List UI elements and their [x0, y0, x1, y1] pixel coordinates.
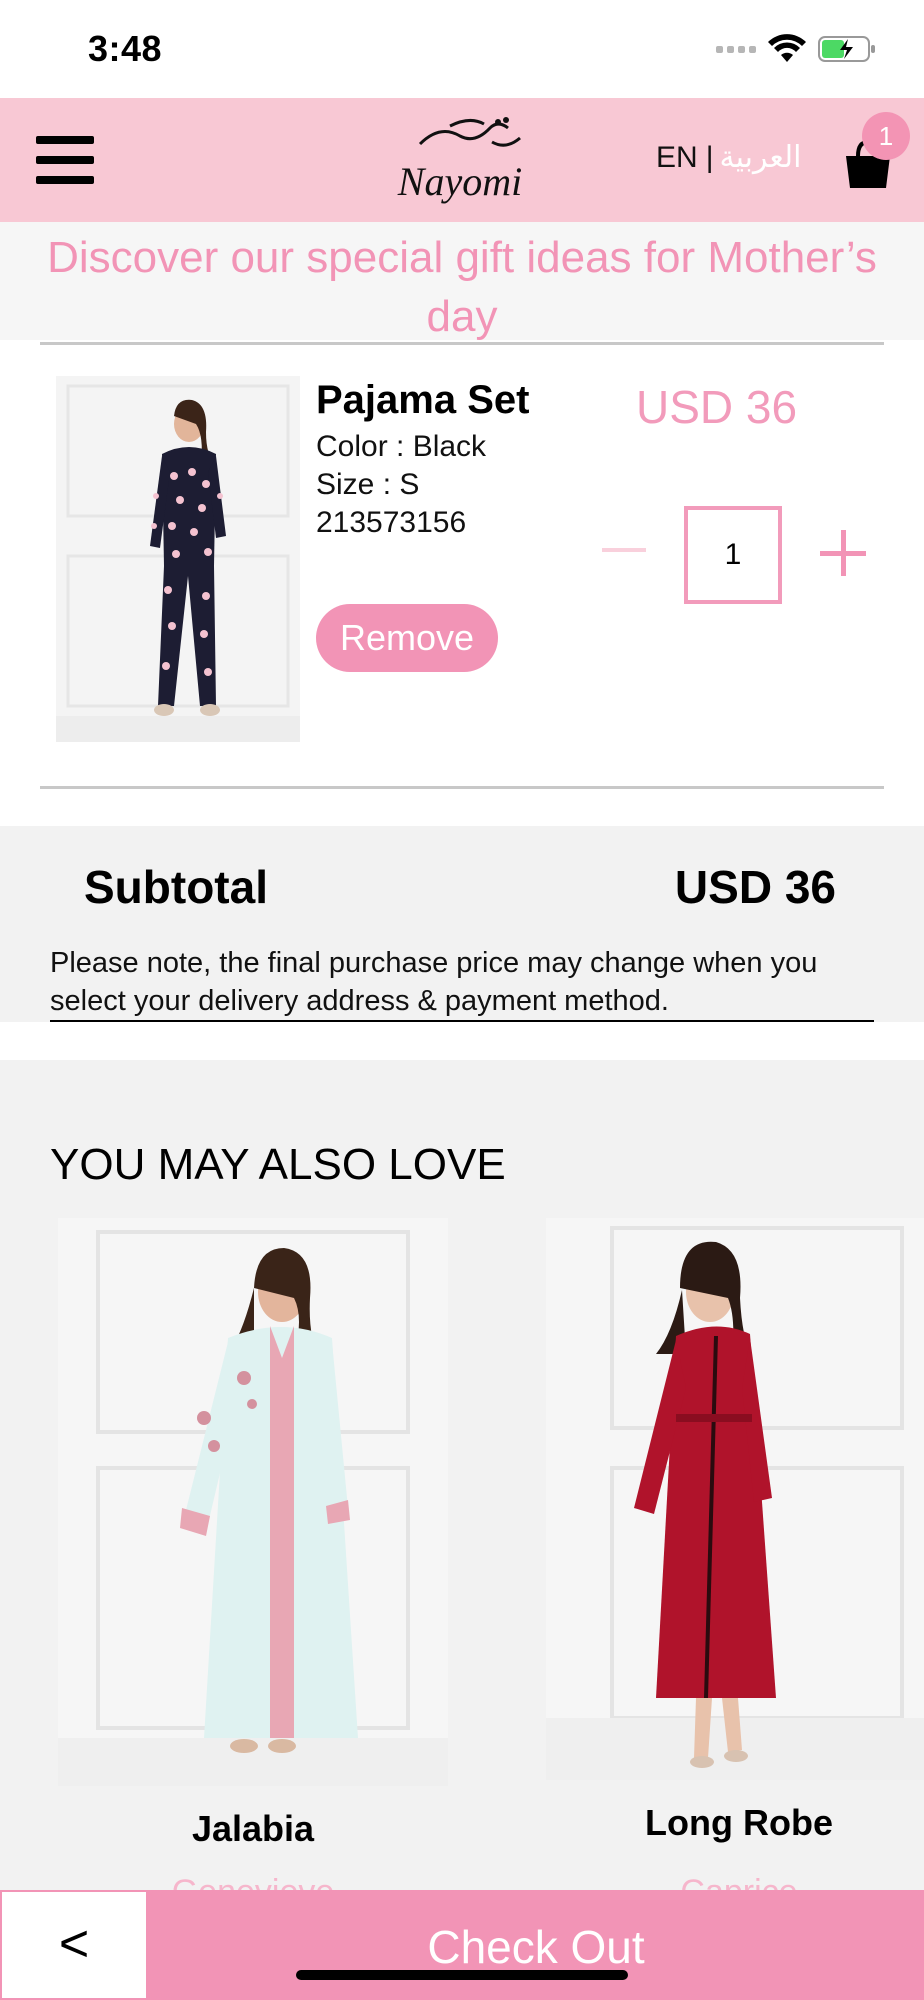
bottom-action-bar: < Check Out	[0, 1890, 924, 2000]
divider	[40, 786, 884, 789]
product-card-image[interactable]	[546, 1218, 924, 1780]
quantity-increase-button[interactable]	[820, 530, 866, 576]
cart-item-title[interactable]: Pajama Set	[316, 378, 529, 423]
brand-logo[interactable]: Nayomi	[380, 114, 540, 206]
pajama-set-photo	[56, 376, 300, 742]
quantity-field[interactable]: 1	[684, 506, 782, 604]
product-card-brand: Caprice	[546, 1868, 924, 1890]
checkout-button[interactable]: Check Out	[148, 1890, 924, 2000]
subtotal-label: Subtotal	[84, 861, 268, 913]
logo-arabic-script	[418, 117, 521, 147]
back-button[interactable]: <	[0, 1890, 148, 2000]
app-header: Nayomi EN | العربية 1	[0, 98, 924, 222]
divider	[40, 342, 884, 345]
product-card-name[interactable]: Long Robe	[546, 1802, 924, 1844]
cart-item-color: Color : Black	[316, 430, 487, 463]
lang-en-option[interactable]: EN	[656, 141, 698, 175]
subtotal-value: USD 36	[674, 861, 836, 913]
jalabia-photo	[58, 1218, 448, 1786]
logo-text: Nayomi	[397, 159, 523, 204]
recommendations-title: YOU MAY ALSO LOVE	[50, 1140, 506, 1189]
quantity-decrease-button[interactable]	[602, 548, 646, 552]
cart-item-size: Size : S	[316, 468, 420, 501]
language-switcher: EN | العربية	[656, 140, 801, 175]
status-icons	[716, 34, 876, 64]
product-card-brand: Genevieve	[58, 1868, 448, 1890]
cart-item-sku: 213573156	[316, 506, 467, 539]
menu-icon[interactable]	[36, 136, 94, 184]
cart-item-image[interactable]	[56, 376, 300, 742]
cart-count-badge: 1	[862, 112, 910, 160]
status-time: 3:48	[88, 28, 163, 69]
remove-item-button[interactable]: Remove	[316, 604, 498, 672]
promo-banner[interactable]: Discover our special gift ideas for Moth…	[0, 222, 924, 341]
signal-icon	[716, 45, 756, 53]
cart-item-price: USD 36	[636, 381, 798, 433]
product-card-image[interactable]	[58, 1218, 448, 1786]
lang-ar-option[interactable]: العربية	[719, 140, 801, 175]
price-note: Please note, the final purchase price ma…	[50, 944, 874, 1022]
order-summary: Subtotal USD 36 Please note, the final p…	[0, 826, 924, 1022]
battery-icon	[818, 36, 875, 62]
recommendations-section: YOU MAY ALSO LOVE Jalabia Genevieve	[0, 1060, 924, 1890]
wifi-icon	[768, 34, 806, 62]
status-bar: 3:48	[0, 0, 924, 98]
long-robe-photo	[546, 1218, 924, 1780]
home-indicator	[296, 1970, 628, 1980]
product-card-name[interactable]: Jalabia	[58, 1808, 448, 1850]
lang-separator: |	[705, 140, 714, 174]
